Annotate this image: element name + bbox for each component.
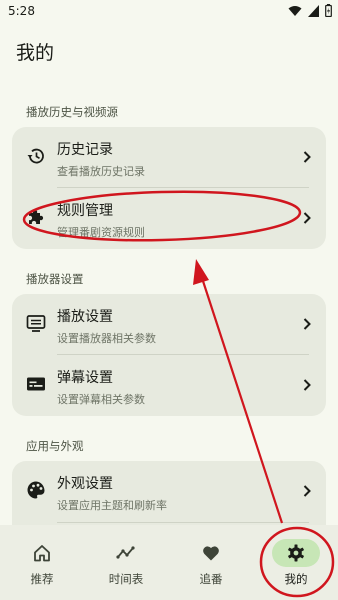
danmaku-settings-subtitle: 设置弹幕相关参数	[57, 393, 145, 406]
nav-recommend[interactable]: 推荐	[0, 525, 84, 600]
page-title: 我的	[16, 42, 55, 64]
rule-management-item[interactable]: 规则管理 管理番剧资源规则	[12, 188, 326, 248]
section-label-player: 播放器设置	[26, 272, 84, 286]
timeline-icon	[116, 546, 135, 559]
danmaku-settings-item[interactable]: 弹幕设置 设置弹幕相关参数	[12, 355, 326, 415]
nav-following[interactable]: 追番	[169, 525, 253, 600]
chevron-right-icon	[303, 318, 311, 330]
wifi-icon	[288, 5, 302, 16]
player-card: 播放设置 设置播放器相关参数 弹幕设置 设置弹幕相关参数	[12, 294, 326, 416]
appearance-settings-title: 外观设置	[57, 476, 113, 492]
history-record-item[interactable]: 历史记录 查看播放历史记录	[12, 127, 326, 187]
divider	[57, 522, 309, 523]
chevron-right-icon	[303, 151, 311, 163]
nav-mine[interactable]: 我的	[254, 525, 338, 600]
history-record-title: 历史记录	[57, 142, 113, 158]
player-settings-subtitle: 设置播放器相关参数	[57, 332, 156, 345]
status-time: 5:28	[8, 4, 35, 18]
nav-schedule-label: 时间表	[108, 572, 144, 586]
history-icon	[27, 148, 44, 164]
rule-management-subtitle: 管理番剧资源规则	[57, 226, 145, 239]
nav-following-label: 追番	[199, 572, 223, 586]
bottom-navigation: 推荐 时间表 追番 我的	[0, 525, 338, 600]
chevron-right-icon	[303, 485, 311, 497]
player-settings-title: 播放设置	[57, 309, 113, 325]
chevron-right-icon	[303, 379, 311, 391]
appearance-settings-subtitle: 设置应用主题和刷新率	[57, 499, 167, 512]
annotation-arrow-head	[193, 259, 209, 285]
section-label-appearance: 应用与外观	[26, 439, 84, 453]
battery-icon	[325, 4, 332, 17]
chevron-right-icon	[303, 212, 311, 224]
player-settings-icon	[26, 315, 46, 332]
appearance-settings-item[interactable]: 外观设置 设置应用主题和刷新率	[12, 461, 326, 521]
section-label-history: 播放历史与视频源	[26, 105, 118, 119]
gear-icon	[288, 544, 304, 562]
rule-management-title: 规则管理	[57, 203, 113, 219]
danmaku-settings-title: 弹幕设置	[57, 370, 113, 386]
palette-icon	[27, 481, 45, 499]
danmaku-icon	[27, 377, 45, 391]
history-record-subtitle: 查看播放历史记录	[57, 165, 145, 178]
nav-recommend-label: 推荐	[30, 572, 54, 586]
status-bar: 5:28	[0, 0, 338, 24]
signal-icon	[308, 4, 319, 17]
status-icons	[288, 4, 332, 17]
history-card: 历史记录 查看播放历史记录 规则管理 管理番剧资源规则	[12, 127, 326, 249]
nav-schedule[interactable]: 时间表	[84, 525, 168, 600]
nav-mine-label: 我的	[284, 572, 308, 586]
home-icon	[34, 545, 50, 562]
appearance-card: 外观设置 设置应用主题和刷新率	[12, 461, 326, 525]
puzzle-icon	[29, 209, 44, 224]
heart-icon	[203, 546, 219, 561]
player-settings-item[interactable]: 播放设置 设置播放器相关参数	[12, 294, 326, 354]
